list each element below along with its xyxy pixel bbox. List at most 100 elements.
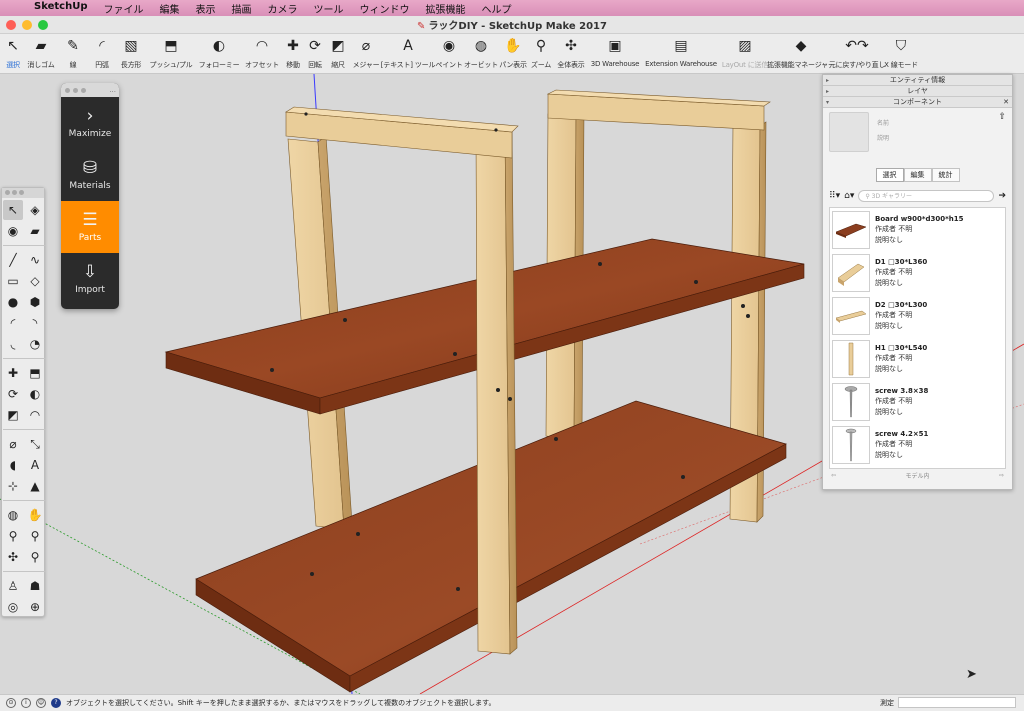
freehand-icon[interactable]: ∿ — [25, 250, 45, 270]
info-icon[interactable]: i — [21, 698, 31, 708]
menu-item-4[interactable]: 描画 — [223, 1, 259, 16]
view-options-icon[interactable]: ⠿▾ — [829, 191, 840, 201]
toolbar-button-10[interactable]: ◩ 縮尺 — [326, 34, 350, 72]
circle-icon[interactable]: ● — [3, 292, 23, 312]
tray-section-components[interactable]: コンポーネント ✕ — [823, 97, 1012, 108]
toolbar-button-12[interactable]: A [テキスト] ツール — [381, 34, 436, 72]
menu-item-2[interactable]: 編集 — [151, 1, 187, 16]
zoom-window-icon[interactable]: ⚲ — [25, 526, 45, 546]
home-icon[interactable]: ⌂▾ — [844, 191, 854, 201]
rotated-rectangle-icon[interactable]: ◇ — [25, 271, 45, 291]
toolbar-button-11[interactable]: ⌀ メジャー — [350, 34, 382, 72]
toolbar-button-2[interactable]: ✎ 線 — [58, 34, 88, 72]
scale-icon[interactable]: ◩ — [3, 405, 23, 425]
component-search-input[interactable]: ⚲ 3D ギャラリー — [858, 190, 995, 202]
orbit-icon[interactable]: ◍ — [3, 505, 23, 525]
component-list-item[interactable]: screw 4.2×51 作成者 不明 説明なし — [830, 423, 1005, 466]
close-icon[interactable]: ✕ — [1003, 97, 1009, 108]
text-icon[interactable]: A — [25, 455, 45, 475]
plugin-button-import[interactable]: ⇩ Import — [61, 253, 119, 305]
select-arrow-icon[interactable]: ↖ — [3, 200, 23, 220]
menu-item-9[interactable]: ヘルプ — [473, 1, 519, 16]
section-plane-icon[interactable]: ⊕ — [25, 597, 45, 617]
toolbar-button-7[interactable]: ◠ オフセット — [242, 34, 282, 72]
tab-edit[interactable]: 編集 — [903, 168, 932, 182]
user-icon[interactable]: ☺ — [36, 698, 46, 708]
fullscreen-window-button[interactable] — [38, 20, 48, 30]
geo-location-icon[interactable]: ⊙ — [6, 698, 16, 708]
dimension-icon[interactable]: ⤡ — [25, 434, 45, 454]
arc-icon[interactable]: ◜ — [3, 313, 23, 333]
position-camera-icon[interactable]: ♙ — [3, 576, 23, 596]
minimize-window-button[interactable] — [22, 20, 32, 30]
component-list-item[interactable]: D1 □30*L360 作成者 不明 説明なし — [830, 251, 1005, 294]
component-list-item[interactable]: Board w900*d300*h15 作成者 不明 説明なし — [830, 208, 1005, 251]
protractor-icon[interactable]: ◖ — [3, 455, 23, 475]
rectangle-icon[interactable]: ▭ — [3, 271, 23, 291]
two-point-arc-icon[interactable]: ◝ — [25, 313, 45, 333]
toolbar-button-14[interactable]: ◍ オービット — [464, 34, 498, 72]
follow-me-icon[interactable]: ◐ — [25, 384, 45, 404]
menu-item-8[interactable]: 拡張機能 — [417, 1, 473, 16]
toolbar-button-21[interactable]: ◆ 拡張機能マネージャー — [767, 34, 835, 72]
menu-item-7[interactable]: ウィンドウ — [351, 1, 417, 16]
tape-measure-icon[interactable]: ⌀ — [3, 434, 23, 454]
component-list-item[interactable]: D2 □30*L300 作成者 不明 説明なし — [830, 294, 1005, 337]
export-icon[interactable]: ⇧ — [998, 112, 1006, 162]
previous-view-icon[interactable]: ⚲ — [25, 547, 45, 567]
close-window-button[interactable] — [6, 20, 16, 30]
tab-select[interactable]: 選択 — [875, 168, 904, 182]
plugin-button-parts[interactable]: ☰ Parts — [61, 201, 119, 253]
menu-item-3[interactable]: 表示 — [187, 1, 223, 16]
plugin-button-materials[interactable]: ⛁ Materials — [61, 149, 119, 201]
toolbar-button-19[interactable]: ▤ Extension Warehouse — [642, 34, 720, 72]
menu-item-5[interactable]: カメラ — [259, 1, 305, 16]
menu-item-6[interactable]: ツール — [305, 1, 351, 16]
toolbar-button-9[interactable]: ⟳ 回転 — [304, 34, 326, 72]
toolbar-button-22[interactable]: ↶↷ 元に戻す/やり直し — [829, 34, 886, 72]
look-around-icon[interactable]: ◎ — [3, 597, 23, 617]
instructor-icon[interactable]: ? — [51, 698, 61, 708]
plugin-button-maximize[interactable]: › Maximize — [61, 97, 119, 149]
zoom-icon[interactable]: ⚲ — [3, 526, 23, 546]
paint-bucket-icon[interactable]: ◉ — [3, 221, 23, 241]
toolbar-button-23[interactable]: ⛉ X 線モード — [882, 34, 920, 72]
plugin-panel-header[interactable]: ... — [61, 83, 119, 97]
toolbar-button-4[interactable]: ▧ 長方形 — [116, 34, 146, 72]
toolbar-button-5[interactable]: ⬒ プッシュ/プル — [146, 34, 196, 72]
palette-header[interactable] — [2, 188, 44, 198]
zoom-extents-icon[interactable]: ✣ — [3, 547, 23, 567]
tab-statistics[interactable]: 統計 — [931, 168, 960, 182]
tray-section-entity-info[interactable]: エンティティ情報 — [823, 75, 1012, 86]
measurements-input[interactable] — [898, 697, 1016, 708]
toolbar-button-16[interactable]: ⚲ ズーム — [528, 34, 554, 72]
forward-arrow-icon[interactable]: ⇨ — [999, 472, 1004, 479]
push-pull-icon[interactable]: ⬒ — [25, 363, 45, 383]
toolbar-button-18[interactable]: ▣ 3D Warehouse — [588, 34, 642, 72]
offset-icon[interactable]: ◠ — [25, 405, 45, 425]
toolbar-button-6[interactable]: ◐ フォローミー — [196, 34, 242, 72]
toolbar-button-3[interactable]: ◜ 円弧 — [88, 34, 116, 72]
axes-icon[interactable]: ⊹ — [3, 476, 23, 496]
eraser-icon[interactable]: ▰ — [25, 221, 45, 241]
walk-icon[interactable]: ☗ — [25, 576, 45, 596]
make-component-icon[interactable]: ◈ — [25, 200, 45, 220]
rotate-icon[interactable]: ⟳ — [3, 384, 23, 404]
details-arrow-icon[interactable]: ➔ — [998, 191, 1006, 201]
move-icon[interactable]: ✚ — [3, 363, 23, 383]
pie-icon[interactable]: ◔ — [25, 334, 45, 354]
polygon-icon[interactable]: ⬢ — [25, 292, 45, 312]
toolbar-button-8[interactable]: ✚ 移動 — [282, 34, 304, 72]
toolbar-button-13[interactable]: ◉ ペイント — [434, 34, 464, 72]
toolbar-button-1[interactable]: ▰ 消しゴム — [24, 34, 58, 72]
menu-item-1[interactable]: ファイル — [95, 1, 151, 16]
back-arrow-icon[interactable]: ⇦ — [831, 472, 836, 479]
tray-section-layers[interactable]: レイヤ — [823, 86, 1012, 97]
toolbar-button-17[interactable]: ✣ 全体表示 — [554, 34, 588, 72]
menu-item-0[interactable]: SketchUp — [26, 1, 95, 16]
component-list-item[interactable]: screw 3.8×38 作成者 不明 説明なし — [830, 380, 1005, 423]
toolbar-button-20[interactable]: ▨ LayOut に送信 — [720, 34, 770, 72]
pencil-icon[interactable]: ╱ — [3, 250, 23, 270]
3d-text-icon[interactable]: ▲ — [25, 476, 45, 496]
pan-hand-icon[interactable]: ✋ — [25, 505, 45, 525]
